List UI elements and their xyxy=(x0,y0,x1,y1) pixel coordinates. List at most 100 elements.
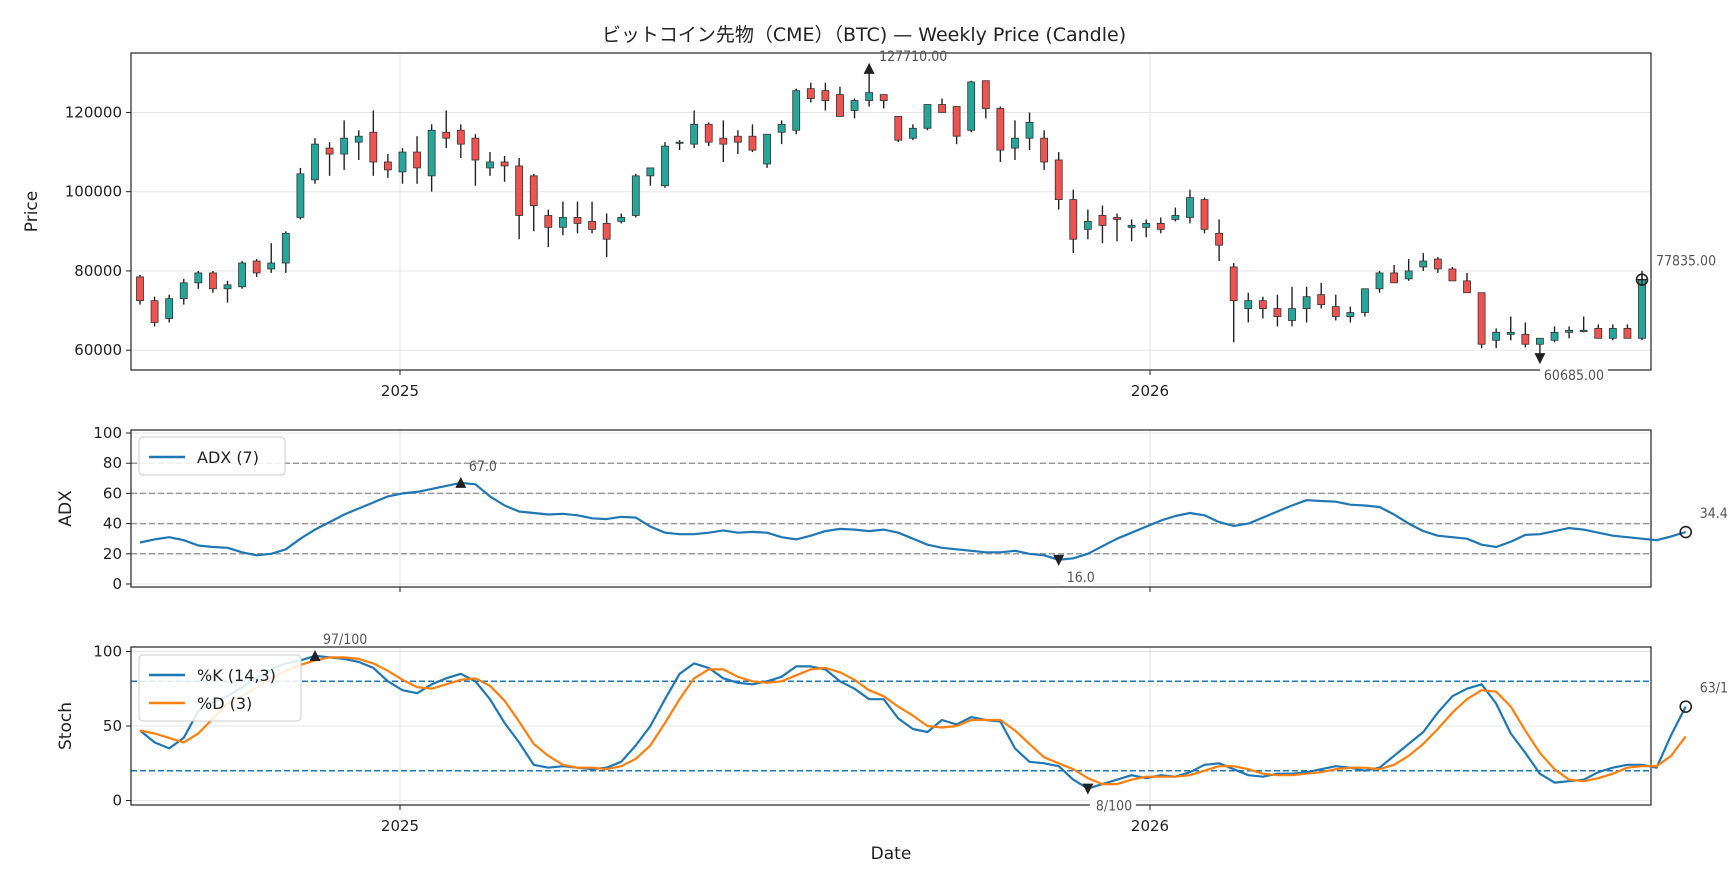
y-tick-label: 60 xyxy=(103,484,122,502)
candle-body xyxy=(733,135,742,143)
y-tick-label: 120000 xyxy=(65,103,122,121)
candle-body xyxy=(1229,266,1238,302)
y-tick-label: 50 xyxy=(103,717,122,735)
candle-body xyxy=(996,108,1005,151)
candles xyxy=(136,70,1646,357)
candle-body xyxy=(486,161,494,169)
candle-body xyxy=(1011,137,1019,149)
high-marker xyxy=(863,62,875,74)
y-axis-label: Price xyxy=(22,191,42,232)
y-tick-label: 100000 xyxy=(65,183,122,201)
candle-body xyxy=(1127,224,1136,228)
candle-body xyxy=(690,123,699,145)
candle-body xyxy=(792,90,801,131)
chart-title: ビットコイン先物（CME）（BTC) — Weekly Price (Candl… xyxy=(602,24,1126,46)
y-axis-label: ADX xyxy=(56,490,76,527)
candle-body xyxy=(879,94,888,101)
chart-figure: ビットコイン先物（CME）（BTC) — Weekly Price (Candl… xyxy=(0,0,1728,878)
candle-body xyxy=(1404,270,1413,280)
candle-body xyxy=(150,300,159,323)
candle-body xyxy=(1361,288,1369,313)
x-tick-label: 2026 xyxy=(1131,382,1169,400)
series-line-d xyxy=(139,656,1687,786)
candle-body xyxy=(238,262,246,288)
candle-body xyxy=(354,135,363,143)
high-annotation: 127710.00 xyxy=(879,49,947,65)
candle-body xyxy=(777,123,786,133)
candle-body xyxy=(515,165,524,216)
candle-body xyxy=(1317,294,1326,306)
candle-body xyxy=(981,80,990,109)
candle-body xyxy=(442,131,451,139)
legend-label: %K (14,3) xyxy=(197,666,276,685)
candle-body xyxy=(558,217,567,228)
candle-body xyxy=(384,161,392,171)
y-tick-label: 100 xyxy=(93,424,122,442)
candle-body xyxy=(165,298,174,319)
legend-label: ADX (7) xyxy=(197,448,259,467)
candle-body xyxy=(806,88,815,99)
candle-body xyxy=(179,282,188,300)
y-axis-label: Stoch xyxy=(56,702,76,750)
y-tick-label: 20 xyxy=(103,545,122,563)
max-annotation: 97/100 xyxy=(323,632,367,648)
last-value-marker xyxy=(1679,700,1693,713)
last-annotation: 63/100 xyxy=(1700,681,1728,697)
candle-body xyxy=(194,272,203,284)
candle-body xyxy=(967,81,976,131)
candle-body xyxy=(1536,337,1544,345)
candle-body xyxy=(1040,137,1049,163)
candle-body xyxy=(1638,279,1646,339)
candle-body xyxy=(398,151,407,173)
candle-body xyxy=(1054,159,1063,201)
candle-body xyxy=(923,104,932,129)
candle-body xyxy=(1565,329,1573,333)
candle-body xyxy=(281,232,290,264)
candle-body xyxy=(1506,331,1515,335)
last-annotation: 34.4 xyxy=(1700,506,1728,522)
candle-body xyxy=(602,222,611,240)
candle-body xyxy=(1550,331,1559,341)
candle-body xyxy=(136,276,144,302)
candle-body xyxy=(1419,260,1428,268)
x-tick-label: 2026 xyxy=(1131,817,1169,835)
series-line-adx xyxy=(139,481,1687,561)
candle-body xyxy=(325,147,334,155)
candle-body xyxy=(763,133,771,165)
candle-body xyxy=(1302,296,1311,309)
candle-body xyxy=(1623,327,1632,339)
candle-body xyxy=(952,106,961,137)
candle-body xyxy=(646,167,655,177)
candle-body xyxy=(661,145,669,187)
candle-body xyxy=(209,272,217,290)
x-axis-label: Date xyxy=(871,844,912,864)
chart-svg: ビットコイン先物（CME）（BTC) — Weekly Price (Candl… xyxy=(22,24,1728,864)
candle-body xyxy=(1521,333,1530,345)
candle-body xyxy=(500,161,509,167)
candle-body xyxy=(456,129,465,145)
low-marker xyxy=(1534,353,1546,365)
candle-body xyxy=(529,175,538,206)
x-tick-label: 2025 xyxy=(381,817,419,835)
candle-body xyxy=(704,123,713,143)
candle-body xyxy=(1156,222,1165,230)
candle-body xyxy=(1608,327,1617,339)
min-annotation: 8/100 xyxy=(1096,799,1132,815)
candle-body xyxy=(1594,327,1603,339)
candle-body xyxy=(1200,199,1209,230)
legend-label: %D (3) xyxy=(197,694,252,713)
y-tick-label: 80000 xyxy=(74,262,122,280)
candle-body xyxy=(836,94,844,117)
panel-adx: 0 20 40 60 80 100 ADX xyxy=(56,424,1652,593)
candle-body xyxy=(1331,306,1340,317)
candle-body xyxy=(311,143,319,181)
candle-body xyxy=(413,151,421,169)
candle-body xyxy=(1579,329,1588,332)
min-marker xyxy=(1082,783,1094,795)
candle-body xyxy=(1258,300,1267,309)
candle-body xyxy=(1215,232,1224,246)
candle-body xyxy=(631,175,640,216)
candle-body xyxy=(340,137,349,155)
candle-body xyxy=(1433,258,1442,270)
plot-frame xyxy=(130,52,1652,371)
